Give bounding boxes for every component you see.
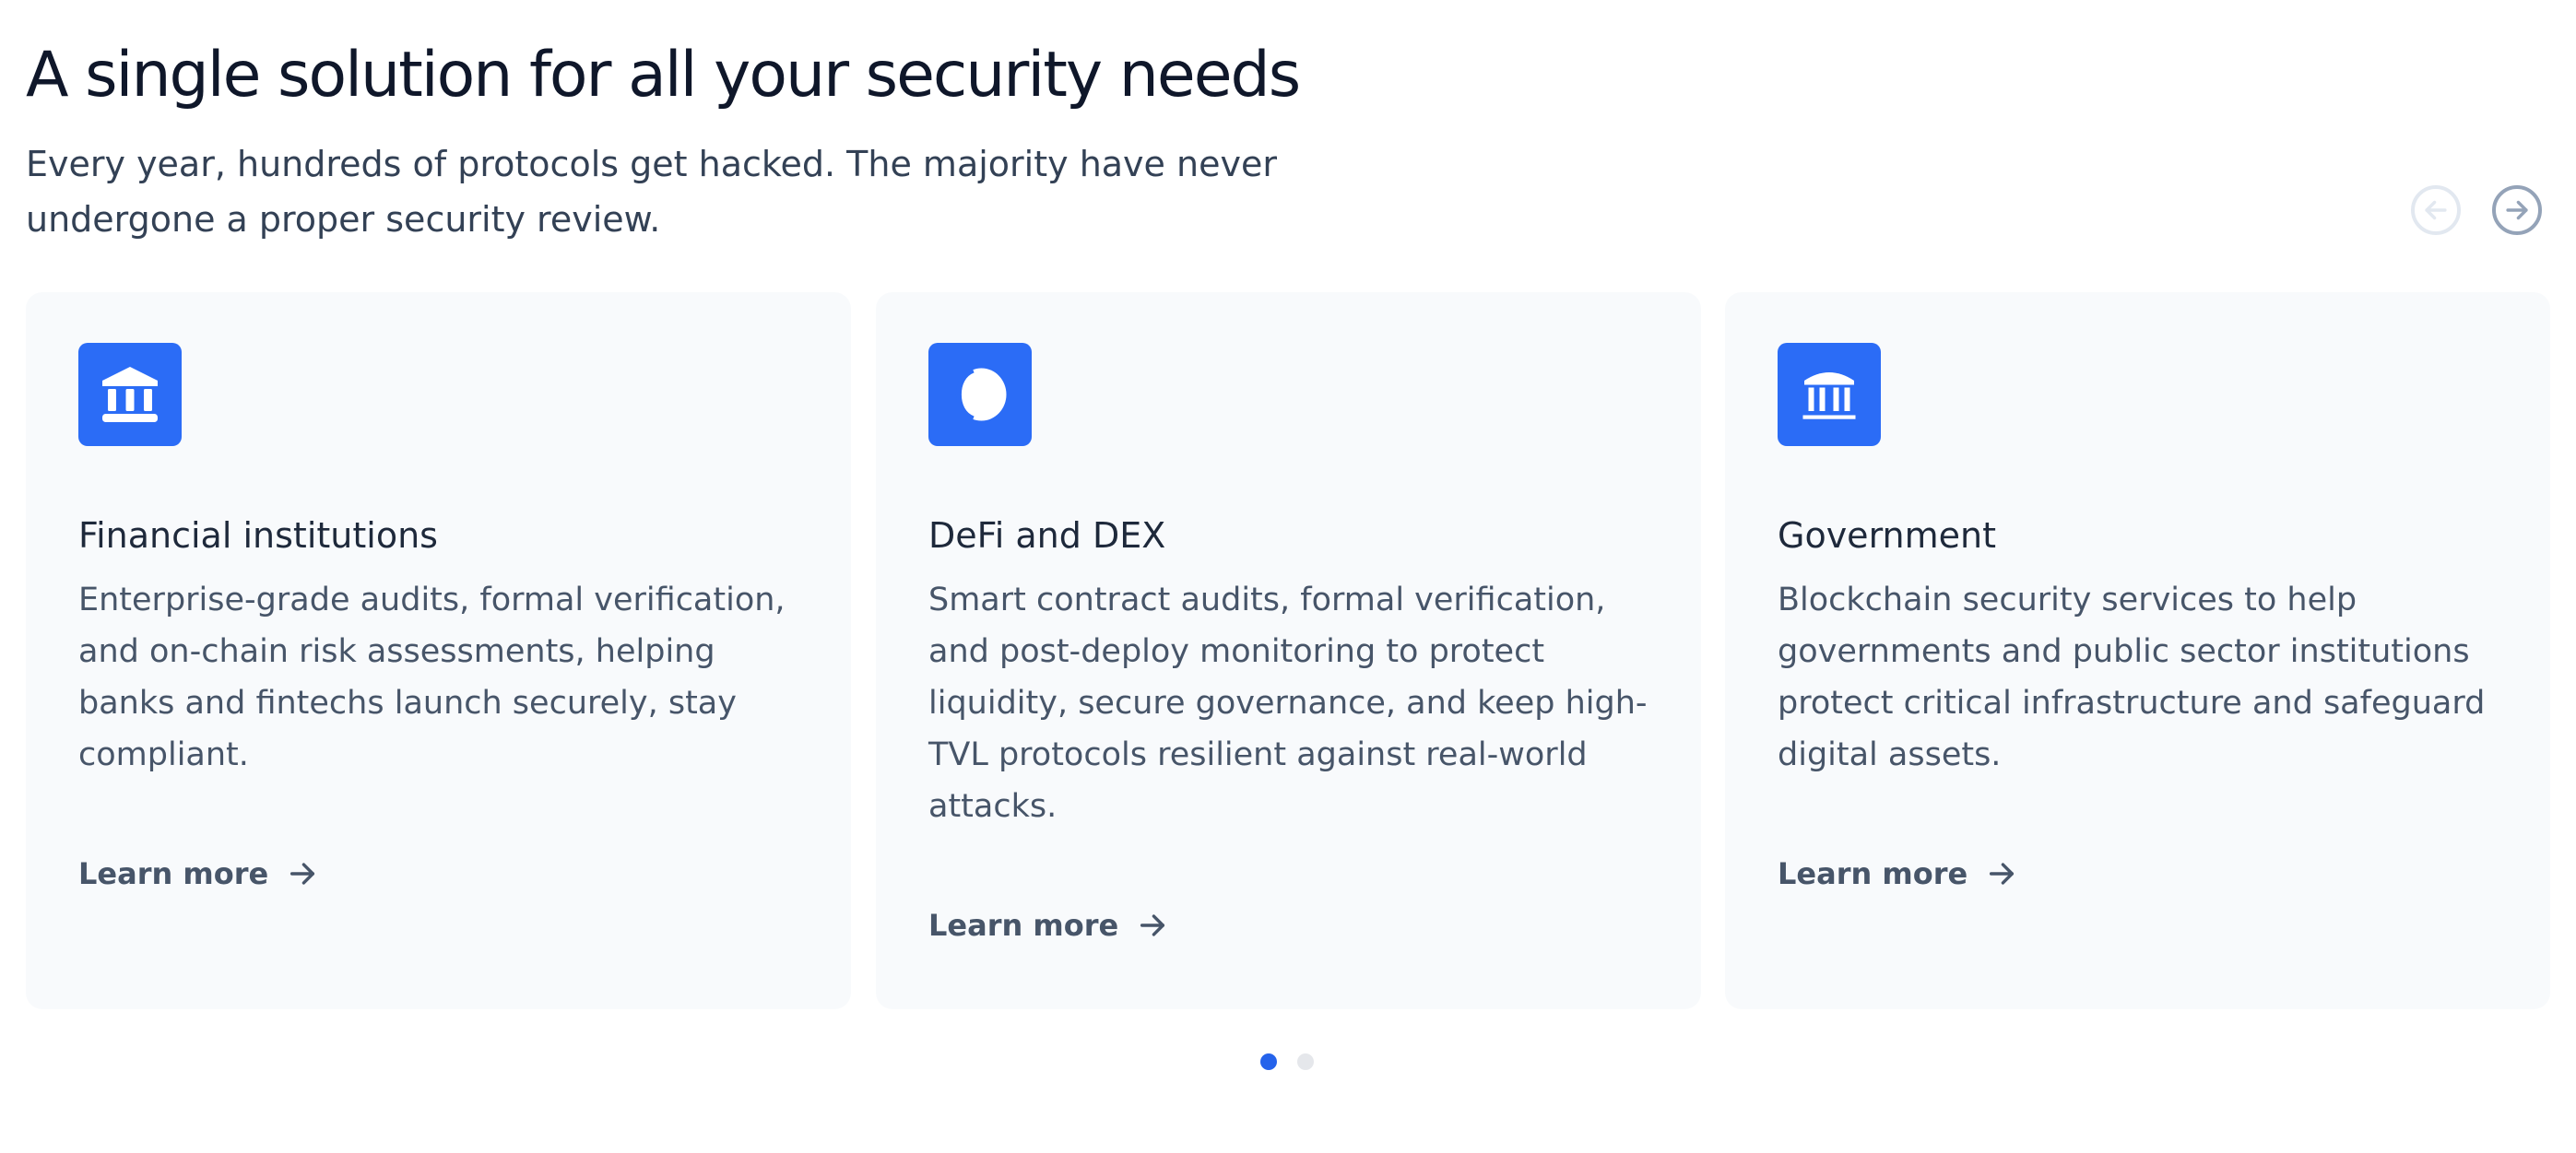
bank-building-icon [78, 343, 182, 446]
card-title: DeFi and DEX [928, 515, 1166, 556]
card-description: Blockchain security services to help gov… [1778, 582, 2486, 773]
coin-icon [928, 343, 1032, 446]
pagination-dot-1[interactable] [1260, 1053, 1277, 1070]
learn-more-link[interactable]: Learn more [1778, 851, 2017, 897]
card-government: Government Blockchain security services … [1725, 292, 2550, 1009]
card-financial-institutions: Financial institutions Enterprise-grade … [26, 292, 851, 1009]
arrow-right-icon [1140, 914, 1165, 936]
carousel-next-button[interactable] [2492, 185, 2542, 235]
learn-more-label: Learn more [1778, 856, 1968, 891]
card-description: Enterprise-grade audits, formal verifica… [78, 582, 786, 773]
card-title: Financial institutions [78, 515, 438, 556]
arrow-right-icon [290, 863, 315, 885]
learn-more-link[interactable]: Learn more [928, 902, 1168, 948]
carousel-prev-button[interactable] [2411, 185, 2461, 235]
learn-more-label: Learn more [928, 908, 1119, 943]
section-subtitle: Every year, hundreds of protocols get ha… [26, 144, 1277, 240]
learn-more-label: Learn more [78, 856, 269, 891]
arrow-left-circle-icon [2425, 200, 2447, 220]
government-building-icon [1778, 343, 1881, 446]
card-title: Government [1778, 515, 1996, 556]
section-title: A single solution for all your security … [26, 39, 1301, 112]
learn-more-link[interactable]: Learn more [78, 851, 318, 897]
arrow-right-circle-icon [2506, 200, 2528, 220]
carousel-pagination [1260, 1053, 1314, 1070]
card-description: Smart contract audits, formal verificati… [928, 582, 1648, 825]
pagination-dot-2[interactable] [1297, 1053, 1314, 1070]
card-defi-and-dex: DeFi and DEX Smart contract audits, form… [876, 292, 1701, 1009]
arrow-right-icon [1990, 863, 2015, 885]
page: A single solution for all your security … [0, 0, 2576, 1153]
